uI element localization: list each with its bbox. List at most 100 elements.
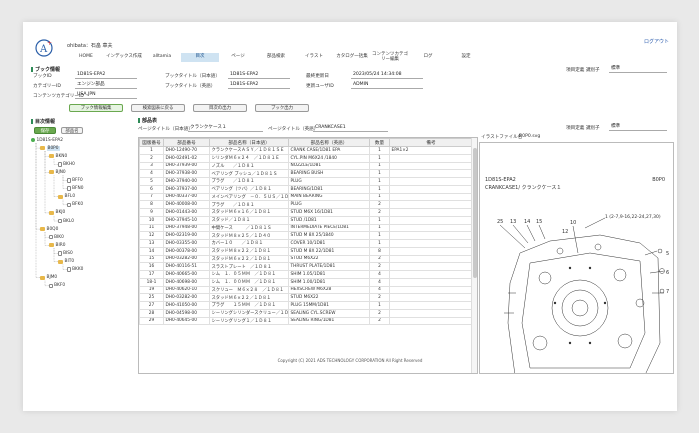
table-row[interactable]: 25 DH0-03282-00 スタッドＭ６×２２／１Ｄ８１ STUD M6X22 2 [139,293,473,302]
table-row[interactable]: 16 DH0-40116-51 スラストプレート ／１Ｄ８１ THRUST PLATE… [139,262,473,271]
table-cell: スタッドＭ６×１６／１Ｄ８１ [209,208,289,217]
tree-node[interactable]: B0P0 [40,145,60,151]
tree-node-label: BIS0 [63,250,73,256]
nav-tab-4[interactable]: ページ [219,53,257,62]
table-cell: DH0-04598-00 [163,308,210,318]
table-row[interactable]: 14 DH0-00378-00 スタッドＭ８×２２／１Ｄ８１ STUD M 8X 22… [139,246,473,256]
column-header[interactable]: 数量 [369,138,390,147]
save-button[interactable]: 保存 [34,127,56,134]
tree-node[interactable]: BKN0 [49,153,67,159]
table-row[interactable]: 28 DH0-04598-00 シーリングシリンダースクリュー／１Ｄ８ SEALING… [139,308,473,318]
table-cell: 13 [139,239,164,248]
column-header[interactable]: 部品番号 [163,138,210,147]
part-name-button[interactable]: 部品名 [61,127,83,134]
table-cell: DH0-40337-00 [163,192,210,202]
table-cell: STUD M6X 16/1D81 [288,208,370,217]
nav-tab-2[interactable]: alltamia [143,53,181,62]
table-cell: NOZZLE/1D81 [288,161,370,171]
column-header[interactable]: 図版番号 [139,138,164,147]
nav-tab-8[interactable]: コンテンツカテゴリー編集 [371,52,409,62]
table-row[interactable]: 13 DH0-03355-00 カバー１０ ／１Ｄ８１ COVER 10/1D81 1 [139,239,473,248]
table-cell: DH0-02491-02 [163,153,210,163]
tree-node[interactable]: B0Q0 [40,226,58,232]
table-row[interactable]: 12 DH0-02319-00 スタッドＭ８×２５／１Ｄ４０ STUD M 8X 25… [139,231,473,240]
table-cell: SHIM 1.00/1D81 [288,277,370,287]
table-row[interactable]: 11 DH0-37948-00 中間ケース ／１Ｄ８１Ｓ INTERMEDIATE P… [139,223,473,233]
tree-node[interactable]: BJM0 [40,275,57,281]
table-cell [389,231,473,240]
nav-tab-0[interactable]: HOME [67,53,105,62]
tree-node[interactable]: BKK0 [67,267,83,273]
page-icon [67,178,71,183]
back-to-search-button[interactable]: 検索図表に戻る [131,104,185,112]
table-row[interactable]: 10 DH0-37945-10 スタッド／１Ｄ８１ STUD /1D81 1 [139,215,473,225]
table-row[interactable]: 29 DH0-40645-00 シーリングリング１／１Ｄ８１ SEALING RING… [139,316,473,326]
tree-node[interactable]: BFN0 [67,186,83,192]
table-cell [389,246,473,256]
table-cell: DH0-37937-00 [163,184,210,194]
table-row[interactable]: 17 DH0-40665-00 シム １．０５ＭＭ ／１Ｄ８１ SHIM 1.05/1… [139,270,473,279]
edit-book-button[interactable]: ブック情報編集 [69,104,123,112]
nav-tab-5[interactable]: 部品検索 [257,53,295,62]
tree-node-label: BKL0 [63,218,74,224]
tree-node[interactable]: BKH0 [58,161,75,167]
nav-tab-6[interactable]: イラスト [295,53,333,62]
nav-tab-3[interactable]: 目次 [181,53,219,62]
table-cell: EPA1×2 [389,146,473,155]
table-cell: シリンダＭ６×２４ ／１Ｄ８１Ｅ [209,153,289,163]
tree-node[interactable]: BFL0 [58,194,75,200]
table-cell: DH0-41050-00 [163,301,210,310]
table-cell: 10 [139,215,164,225]
table-row[interactable]: 15 DH0-03282-00 スタッドＭ６×２２／１Ｄ８１ STUD M6X22 2 [139,254,473,264]
nav-tab-10[interactable]: 設定 [447,53,485,62]
table-cell [389,184,473,194]
tree-node[interactable]: BIT0 [58,259,74,265]
table-scrollbar[interactable] [471,138,477,373]
column-header[interactable]: 部品名称（日本語） [209,138,289,147]
logout-link[interactable]: ログアウト [644,38,669,45]
tree-node[interactable]: BIK0 [49,234,64,240]
tree-node[interactable]: BFF0 [67,178,83,184]
table-row[interactable]: 9 DH0-01443-00 スタッドＭ６×１６／１Ｄ８１ STUD M6X 16/1… [139,208,473,217]
book-id-value: 1D81S-EPA2 [75,71,137,79]
table-cell: INTERMEDIATE PIECE/1D81 [288,223,370,233]
nav-tab-1[interactable]: インデックス作成 [105,53,143,62]
nav-tab-9[interactable]: ログ [409,53,447,62]
table-cell: STUD M6X22 [288,293,370,302]
table-row[interactable]: 4 DH0-37938-00 ベアリング ブッシュ／１Ｄ８１Ｓ BEARING BUS… [139,169,473,178]
tree-node[interactable]: BKJ0 [49,210,65,216]
toc-output-button[interactable]: 目次の出力 [193,104,247,112]
tree-node[interactable]: BKF0 [49,283,65,289]
tree-node[interactable]: BJN0 [49,169,66,175]
table-row[interactable]: 19 DH0-40620-10 スクリュー Ｍ６×２８ ／１Ｄ８１ HEXSCREW … [139,285,473,295]
table-row[interactable]: 5 DH0-37940-00 プラグ ／１Ｄ８１ PLUG 1 [139,177,473,186]
page-icon [58,251,62,256]
column-header[interactable]: 部品名称（英語） [288,138,370,147]
tree-node-label: BJM0 [46,275,58,281]
table-row[interactable]: 6 DH0-37937-00 ベアリング（ツバ）／１Ｄ８１ BEARING/1D81 1 [139,184,473,194]
tree-node[interactable]: BIS0 [58,250,73,256]
table-cell: DH0-37939-00 [163,161,210,171]
table-cell: SEALING RING/1D81 [288,316,370,326]
table-row[interactable]: 1 DH0-12490-70 クランクケースＡＳＹ／１Ｄ８１ＳＥ CRANK CASE… [139,146,473,155]
tree-node[interactable]: BIR0 [49,242,65,248]
table-row[interactable]: 8 DH0-40008-00 プラグ ／１Ｄ８１ PLUG 2 [139,200,473,209]
tree-node[interactable]: BFK0 [67,202,83,208]
table-row[interactable]: 27 DH0-41050-00 プラグ １５ＭＭ ／１Ｄ８１ PLUG 15MM/1D… [139,301,473,310]
tree-node[interactable]: BKL0 [58,218,74,224]
tree-node[interactable]: 1D81S-EPA2 [31,137,63,143]
table-row[interactable]: 2 DH0-02491-02 シリンダＭ６×２４ ／１Ｄ８１Ｅ CYL.PIN M6X… [139,153,473,163]
table-cell: プラグ ／１Ｄ８１ [209,177,289,186]
tree-node-label: BKH0 [63,161,75,167]
table-cell: DH0-03282-00 [163,254,210,264]
book-output-button[interactable]: ブック出力 [255,104,309,112]
illustration-viewer[interactable]: 1D81S-EPA2 CRANKCASE1/ クランクケース１ B0P0 25 … [479,142,674,374]
table-row[interactable]: 7 DH0-40337-00 メインベアリング －０．５ＵＳ／１Ｄ MAIN BEAR… [139,192,473,202]
table-row[interactable]: 18-1 DH0-40698-00 シム １．００ＭＭ ／１Ｄ８１ SHIM 1.00… [139,277,473,287]
scrollbar-thumb[interactable] [473,148,477,278]
column-header[interactable]: 備考 [389,138,473,147]
nav-tab-7[interactable]: カタログ一括集 [333,53,371,62]
table-cell: STUD M6X22 [288,254,370,264]
tree-node-label: BKJ0 [55,210,66,216]
table-row[interactable]: 3 DH0-37939-00 ノズル ／１Ｄ８１ NOZZLE/1D81 1 [139,161,473,171]
